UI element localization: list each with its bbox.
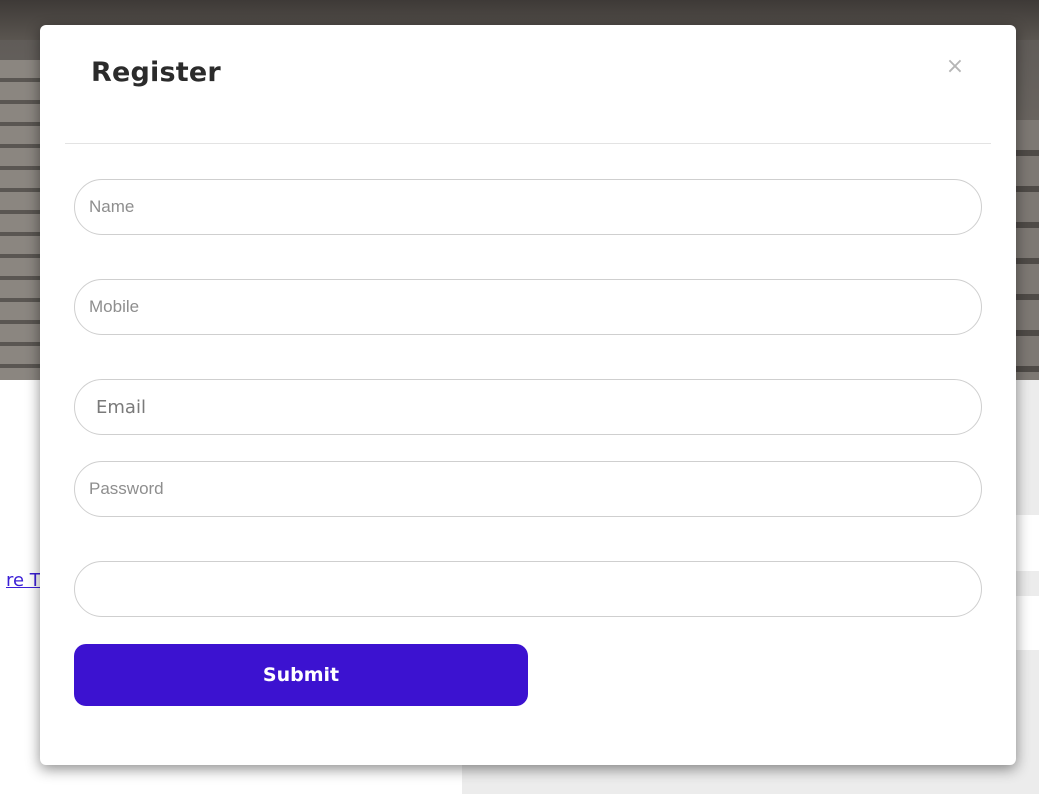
close-icon[interactable]: ×	[943, 55, 967, 79]
register-modal: Register × Submit	[40, 25, 1016, 765]
hero-building-left	[0, 60, 40, 380]
password-input[interactable]	[74, 461, 982, 517]
background-link[interactable]: re T	[6, 570, 41, 591]
submit-button[interactable]: Submit	[74, 644, 528, 706]
modal-title: Register	[91, 57, 221, 88]
modal-header-divider	[65, 143, 991, 144]
mobile-input[interactable]	[74, 279, 982, 335]
extra-input[interactable]	[74, 561, 982, 617]
email-input[interactable]	[74, 379, 982, 435]
name-input[interactable]	[74, 179, 982, 235]
